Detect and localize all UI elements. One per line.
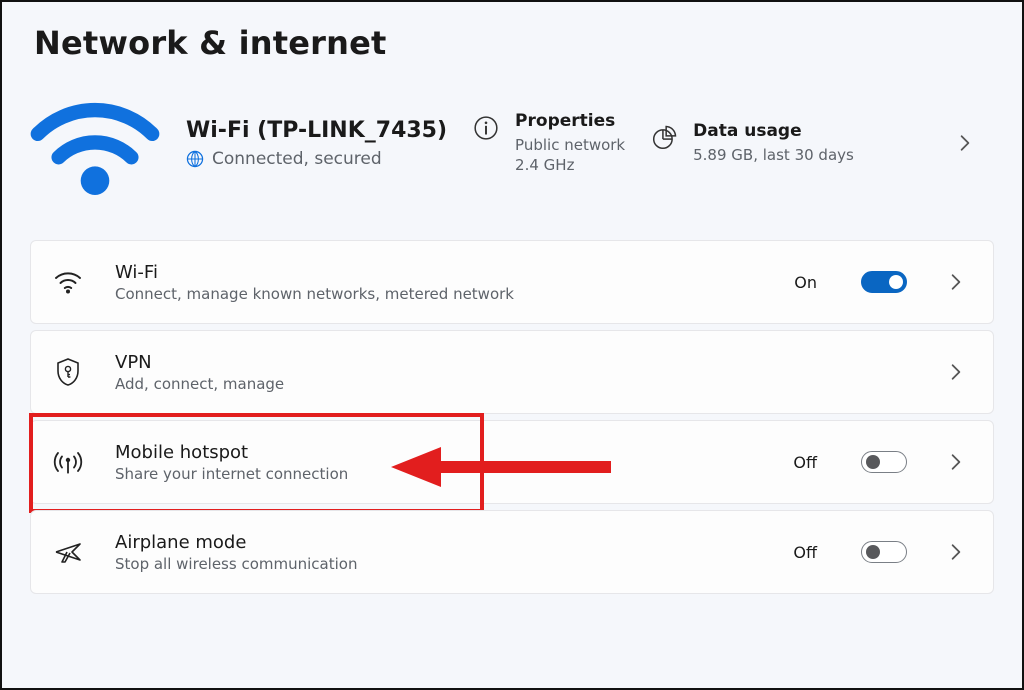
tile-airplane-mode[interactable]: Airplane mode Stop all wireless communic… xyxy=(30,510,994,594)
data-usage-block[interactable]: Data usage 5.89 GB, last 30 days xyxy=(651,121,854,165)
hotspot-icon xyxy=(49,448,87,476)
hotspot-toggle[interactable] xyxy=(861,451,907,473)
globe-icon xyxy=(186,150,204,168)
shield-key-icon xyxy=(49,357,87,387)
settings-tiles: Wi-Fi Connect, manage known networks, me… xyxy=(30,240,994,594)
tile-vpn[interactable]: VPN Add, connect, manage xyxy=(30,330,994,414)
data-usage-value: 5.89 GB, last 30 days xyxy=(693,145,854,165)
tile-subtitle: Share your internet connection xyxy=(115,465,765,483)
info-icon xyxy=(473,115,499,141)
properties-sub: Public network2.4 GHz xyxy=(515,135,625,176)
tile-state-label: Off xyxy=(793,543,817,562)
chevron-right-icon[interactable] xyxy=(947,453,965,471)
wifi-hero-icon xyxy=(30,88,160,198)
data-usage-label: Data usage xyxy=(693,121,854,141)
tile-title: Airplane mode xyxy=(115,532,765,553)
tile-wifi[interactable]: Wi-Fi Connect, manage known networks, me… xyxy=(30,240,994,324)
connection-status: Connected, secured xyxy=(212,149,382,169)
chevron-right-icon[interactable] xyxy=(947,363,965,381)
chevron-right-icon[interactable] xyxy=(956,134,974,152)
tile-subtitle: Connect, manage known networks, metered … xyxy=(115,285,766,303)
properties-label: Properties xyxy=(515,111,625,131)
properties-block[interactable]: Properties Public network2.4 GHz xyxy=(473,111,625,176)
chevron-right-icon[interactable] xyxy=(947,543,965,561)
connection-hero: Wi-Fi (TP-LINK_7435) Connected, secured … xyxy=(30,88,994,198)
wifi-icon xyxy=(49,270,87,294)
airplane-icon xyxy=(49,538,87,566)
tile-subtitle: Add, connect, manage xyxy=(115,375,919,393)
tile-title: Wi-Fi xyxy=(115,262,766,283)
tile-state-label: Off xyxy=(793,453,817,472)
pie-chart-icon xyxy=(651,125,677,151)
connection-name: Wi-Fi (TP-LINK_7435) xyxy=(186,118,447,143)
tile-title: Mobile hotspot xyxy=(115,442,765,463)
wifi-toggle[interactable] xyxy=(861,271,907,293)
tile-subtitle: Stop all wireless communication xyxy=(115,555,765,573)
page-title: Network & internet xyxy=(34,24,1018,62)
tile-title: VPN xyxy=(115,352,919,373)
tile-mobile-hotspot[interactable]: Mobile hotspot Share your internet conne… xyxy=(30,420,994,504)
chevron-right-icon[interactable] xyxy=(947,273,965,291)
tile-state-label: On xyxy=(794,273,817,292)
airplane-toggle[interactable] xyxy=(861,541,907,563)
